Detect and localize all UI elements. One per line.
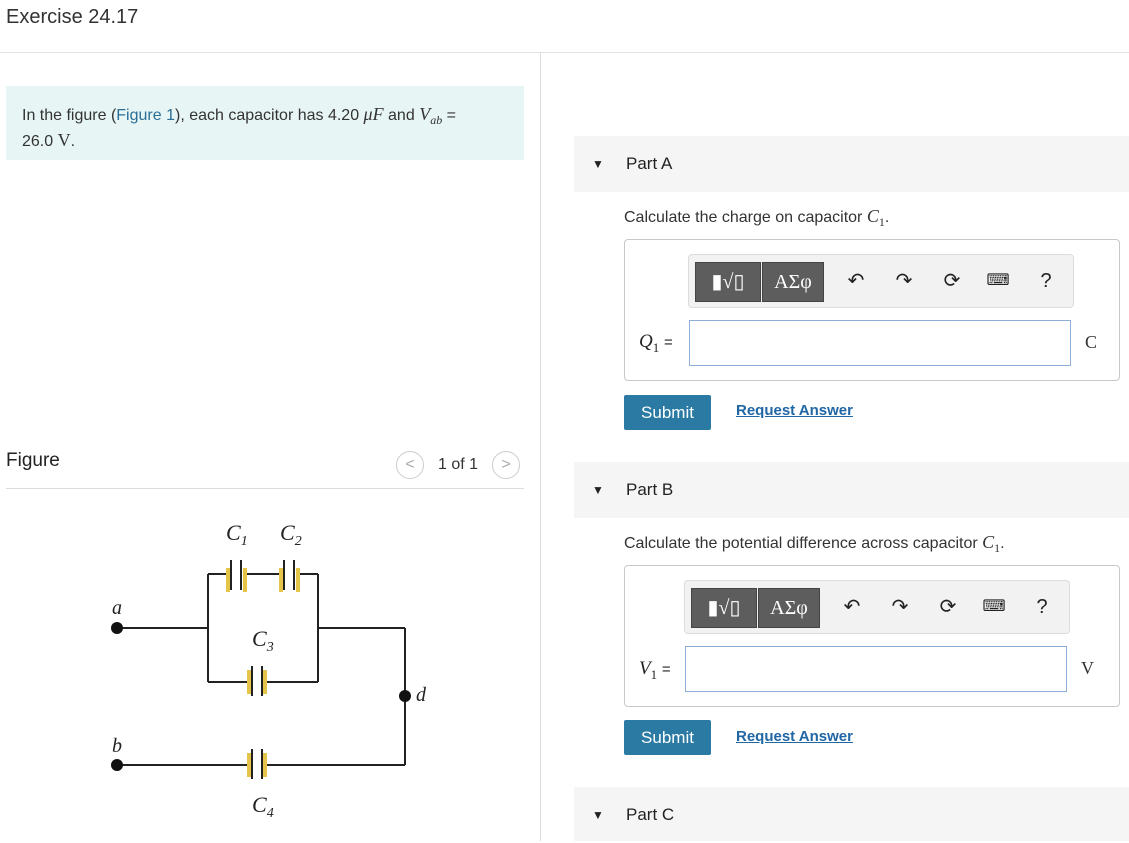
redo-icon[interactable]: ↷ (887, 595, 913, 619)
part-a-toolbar: ▮√▯ ΑΣφ ↶ ↷ ⟳ ⌨ ? (688, 254, 1074, 308)
templates-icon[interactable]: ▮√▯ (695, 262, 761, 302)
part-c-header[interactable]: ▼ Part C (574, 787, 1129, 841)
part-b-answer-box: ▮√▯ ΑΣφ ↶ ↷ ⟳ ⌨ ? V1 = V (624, 565, 1120, 707)
label-b: b (112, 735, 122, 757)
figure-divider (6, 488, 524, 489)
part-b-equals: = (661, 661, 671, 678)
collapse-caret-icon[interactable]: ▼ (592, 462, 604, 518)
part-b-unit: V (1081, 658, 1094, 678)
templates-icon[interactable]: ▮√▯ (691, 588, 757, 628)
prev-figure-button[interactable]: < (396, 451, 424, 479)
problem-and: and (388, 107, 415, 124)
part-a-prompt-text: Calculate the charge on capacitor (624, 209, 863, 226)
terminal-b (111, 759, 123, 771)
part-b-header[interactable]: ▼ Part B (574, 462, 1129, 518)
part-b-toolbar: ▮√▯ ΑΣφ ↶ ↷ ⟳ ⌨ ? (684, 580, 1070, 634)
part-b-var: V (639, 658, 651, 679)
part-b-prompt-text: Calculate the potential difference acros… (624, 535, 978, 552)
part-b-var-sub: 1 (650, 666, 658, 682)
part-a-request-answer-link[interactable]: Request Answer (736, 402, 853, 419)
part-b-request-answer-link[interactable]: Request Answer (736, 728, 853, 745)
part-b-answer-input[interactable] (685, 646, 1067, 692)
label-c1: C1 (226, 520, 248, 549)
collapse-caret-icon[interactable]: ▼ (592, 136, 604, 192)
terminal-d (399, 690, 411, 702)
redo-icon[interactable]: ↷ (891, 269, 917, 293)
label-d: d (416, 684, 427, 706)
figure-link[interactable]: Figure 1 (116, 107, 175, 124)
part-b-var-label: V1 = (639, 658, 671, 683)
keyboard-icon[interactable]: ⌨ (981, 595, 1007, 619)
circuit-diagram: C1 C2 C3 C4 a b d (111, 520, 427, 821)
undo-icon[interactable]: ↶ (839, 595, 865, 619)
part-b-prompt: Calculate the potential difference acros… (624, 532, 1005, 556)
part-b-title: Part B (626, 480, 674, 499)
part-a-unit: C (1085, 332, 1098, 352)
capacitor-plates (226, 560, 300, 779)
column-divider (540, 53, 541, 841)
part-a-prompt: Calculate the charge on capacitor C1. (624, 206, 889, 230)
part-a-title: Part A (626, 154, 673, 173)
part-a-header[interactable]: ▼ Part A (574, 136, 1129, 192)
voltage-var-sub: ab (430, 113, 443, 128)
reset-icon[interactable]: ⟳ (939, 269, 965, 293)
part-a-prompt-var: C (866, 206, 879, 226)
page-title: Exercise 24.17 (6, 6, 139, 28)
figure-pager: 1 of 1 (438, 456, 479, 473)
collapse-caret-icon[interactable]: ▼ (592, 787, 604, 843)
problem-text-mid: ), each capacitor has 4.20 (174, 107, 360, 124)
part-a-answer-box: ▮√▯ ΑΣφ ↶ ↷ ⟳ ⌨ ? Q1 = C (624, 239, 1120, 381)
problem-text-before: In the figure ( (22, 107, 117, 124)
reset-icon[interactable]: ⟳ (935, 595, 961, 619)
part-a-prompt-end: . (884, 209, 890, 226)
voltage-var: V (419, 104, 431, 124)
help-icon[interactable]: ? (1029, 595, 1055, 619)
part-a-var-sub: 1 (652, 339, 660, 355)
figure-label: Figure (6, 450, 60, 471)
capacitance-unit: μF (363, 104, 384, 124)
part-a-equals: = (663, 334, 673, 351)
label-a: a (112, 597, 122, 619)
part-a-var: Q (639, 331, 653, 352)
part-b-prompt-var: C (982, 532, 995, 552)
header-divider (0, 52, 1129, 53)
part-a-submit-button[interactable]: Submit (624, 395, 711, 430)
part-a-answer-input[interactable] (689, 320, 1071, 366)
next-figure-button[interactable]: > (492, 451, 520, 479)
greek-symbols-button[interactable]: ΑΣφ (762, 262, 824, 302)
terminal-a (111, 622, 123, 634)
problem-period: . (70, 133, 76, 151)
undo-icon[interactable]: ↶ (843, 269, 869, 293)
part-c-title: Part C (626, 805, 675, 824)
part-a-var-label: Q1 = (639, 331, 673, 356)
problem-equals: = (446, 107, 456, 124)
keyboard-icon[interactable]: ⌨ (985, 269, 1011, 293)
label-c3: C3 (252, 626, 274, 655)
label-c2: C2 (280, 520, 302, 549)
greek-symbols-button[interactable]: ΑΣφ (758, 588, 820, 628)
voltage-value: 26.0 (22, 133, 54, 151)
label-c4: C4 (252, 792, 274, 821)
help-icon[interactable]: ? (1033, 269, 1059, 293)
voltage-unit: V (57, 130, 71, 151)
part-b-prompt-end: . (1000, 535, 1005, 552)
part-b-submit-button[interactable]: Submit (624, 720, 711, 755)
problem-statement: In the figure (Figure 1), each capacitor… (6, 86, 524, 160)
